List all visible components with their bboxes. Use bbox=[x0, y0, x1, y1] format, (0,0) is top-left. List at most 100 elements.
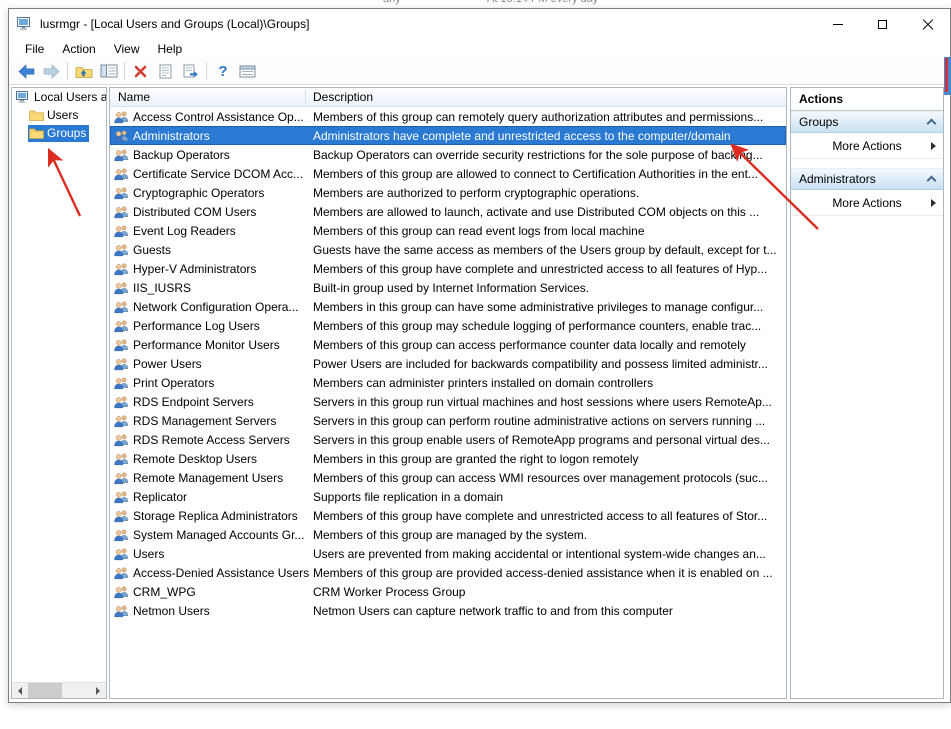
group-name: Network Configuration Opera... bbox=[133, 299, 299, 314]
properties-button[interactable] bbox=[153, 60, 178, 83]
menu-file[interactable]: File bbox=[16, 41, 53, 57]
table-row[interactable]: Print Operators Members can administer p… bbox=[110, 373, 786, 392]
toolbar-separator bbox=[124, 62, 125, 80]
up-level-icon bbox=[75, 66, 92, 78]
table-row[interactable]: RDS Management Servers Servers in this g… bbox=[110, 411, 786, 430]
background-text-fragment: any bbox=[383, 0, 401, 5]
scrollbar-thumb[interactable] bbox=[28, 682, 62, 698]
table-row[interactable]: Power Users Power Users are included for… bbox=[110, 354, 786, 373]
table-row[interactable]: Replicator Supports file replication in … bbox=[110, 487, 786, 506]
maximize-button[interactable] bbox=[860, 9, 905, 39]
group-name: Hyper-V Administrators bbox=[133, 261, 257, 276]
list-view-icon bbox=[239, 65, 256, 77]
close-button[interactable] bbox=[905, 9, 950, 39]
list-view-button[interactable] bbox=[235, 60, 260, 83]
group-name: Netmon Users bbox=[133, 603, 210, 618]
menu-help[interactable]: Help bbox=[149, 41, 192, 57]
group-description: Members are allowed to launch, activate … bbox=[313, 204, 760, 219]
table-row[interactable]: RDS Endpoint Servers Servers in this gro… bbox=[110, 392, 786, 411]
group-description: Members of this group have complete and … bbox=[313, 261, 768, 276]
up-level-button[interactable] bbox=[71, 60, 96, 83]
group-name: Certificate Service DCOM Acc... bbox=[133, 166, 304, 181]
minimize-icon bbox=[832, 23, 843, 25]
groups-list-pane: Name Description Access Control Assistan… bbox=[109, 87, 787, 699]
delete-button[interactable] bbox=[128, 60, 153, 83]
scroll-left-button[interactable] bbox=[12, 683, 28, 699]
group-name: Print Operators bbox=[133, 375, 215, 390]
table-row[interactable]: Administrators Administrators have compl… bbox=[110, 126, 786, 145]
table-row[interactable]: Performance Log Users Members of this gr… bbox=[110, 316, 786, 335]
scroll-right-icon bbox=[96, 686, 100, 695]
show-console-tree-button[interactable] bbox=[96, 60, 121, 83]
table-row[interactable]: Storage Replica Administrators Members o… bbox=[110, 506, 786, 525]
group-name: Distributed COM Users bbox=[133, 204, 257, 219]
group-name: RDS Remote Access Servers bbox=[133, 432, 290, 447]
table-row[interactable]: Cryptographic Operators Members are auth… bbox=[110, 183, 786, 202]
table-row[interactable]: Event Log Readers Members of this group … bbox=[110, 221, 786, 240]
group-icon bbox=[114, 528, 129, 542]
table-row[interactable]: Guests Guests have the same access as me… bbox=[110, 240, 786, 259]
tree-item-local-users-and-groups[interactable]: Local Users an bbox=[12, 88, 106, 106]
table-row[interactable]: System Managed Accounts Gr... Members of… bbox=[110, 525, 786, 544]
table-row[interactable]: RDS Remote Access Servers Servers in thi… bbox=[110, 430, 786, 449]
group-description: Servers in this group run virtual machin… bbox=[313, 394, 772, 409]
folder-icon bbox=[29, 109, 44, 121]
table-row[interactable]: IIS_IUSRS Built-in group used by Interne… bbox=[110, 278, 786, 297]
group-description: Members of this group can access perform… bbox=[313, 337, 746, 352]
group-icon bbox=[114, 490, 129, 504]
table-row[interactable]: Access-Denied Assistance Users Members o… bbox=[110, 563, 786, 582]
actions-section-label: Groups bbox=[799, 115, 839, 129]
table-row[interactable]: Netmon Users Netmon Users can capture ne… bbox=[110, 601, 786, 620]
export-list-icon bbox=[183, 64, 198, 77]
menu-view[interactable]: View bbox=[105, 41, 149, 57]
table-row[interactable]: Distributed COM Users Members are allowe… bbox=[110, 202, 786, 221]
table-row[interactable]: Certificate Service DCOM Acc... Members … bbox=[110, 164, 786, 183]
group-description: CRM Worker Process Group bbox=[313, 584, 466, 599]
more-actions-groups[interactable]: More Actions bbox=[791, 133, 943, 159]
table-row[interactable]: Hyper-V Administrators Members of this g… bbox=[110, 259, 786, 278]
table-row[interactable]: Remote Management Users Members of this … bbox=[110, 468, 786, 487]
group-icon bbox=[114, 433, 129, 447]
group-name: Power Users bbox=[133, 356, 202, 371]
table-row[interactable]: CRM_WPG CRM Worker Process Group bbox=[110, 582, 786, 601]
forward-button[interactable] bbox=[39, 60, 64, 83]
submenu-arrow-icon bbox=[931, 141, 936, 150]
table-row[interactable]: Access Control Assistance Op... Members … bbox=[110, 107, 786, 126]
help-button[interactable]: ? bbox=[210, 60, 235, 83]
actions-section-header-groups[interactable]: Groups bbox=[791, 111, 943, 133]
menu-bar: File Action View Help bbox=[9, 39, 950, 58]
tree-item-users[interactable]: Users bbox=[12, 106, 106, 124]
tree-item-groups[interactable]: Groups bbox=[12, 124, 106, 142]
column-header-name[interactable]: Name bbox=[118, 90, 150, 104]
group-icon bbox=[114, 129, 129, 143]
group-description: Members of this group are managed by the… bbox=[313, 527, 588, 542]
group-icon bbox=[114, 110, 129, 124]
table-row[interactable]: Backup Operators Backup Operators can ov… bbox=[110, 145, 786, 164]
column-header-description[interactable]: Description bbox=[313, 90, 373, 104]
group-icon bbox=[114, 414, 129, 428]
horizontal-scrollbar[interactable] bbox=[12, 682, 106, 698]
tree-item-label: Local Users an bbox=[34, 90, 106, 104]
console-tree-pane: Local Users an Users Groups bbox=[11, 87, 107, 699]
menu-action[interactable]: Action bbox=[53, 41, 104, 57]
show-console-tree-icon bbox=[100, 64, 117, 78]
more-actions-administrators[interactable]: More Actions bbox=[791, 190, 943, 216]
table-row[interactable]: Network Configuration Opera... Members i… bbox=[110, 297, 786, 316]
table-row[interactable]: Performance Monitor Users Members of thi… bbox=[110, 335, 786, 354]
table-row[interactable]: Remote Desktop Users Members in this gro… bbox=[110, 449, 786, 468]
actions-section-header-administrators[interactable]: Administrators bbox=[791, 168, 943, 190]
group-icon bbox=[114, 395, 129, 409]
delete-icon bbox=[134, 65, 147, 77]
minimize-button[interactable] bbox=[815, 9, 860, 39]
group-name: Access-Denied Assistance Users bbox=[133, 565, 310, 580]
back-button[interactable] bbox=[14, 60, 39, 83]
table-row[interactable]: Users Users are prevented from making ac… bbox=[110, 544, 786, 563]
chevron-up-icon[interactable] bbox=[926, 175, 937, 186]
group-description: Members of this group have complete and … bbox=[313, 508, 768, 523]
export-list-button[interactable] bbox=[178, 60, 203, 83]
tree-item-label: Users bbox=[47, 108, 79, 122]
computer-icon bbox=[16, 90, 31, 104]
chevron-up-icon[interactable] bbox=[926, 118, 937, 129]
scroll-right-button[interactable] bbox=[90, 683, 106, 699]
group-name: Guests bbox=[133, 242, 172, 257]
